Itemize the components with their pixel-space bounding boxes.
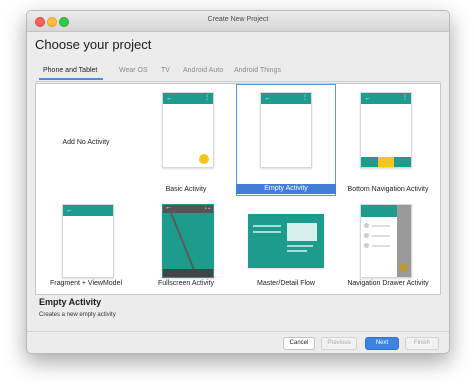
nav-bar	[163, 269, 213, 277]
menu-item-line	[372, 235, 390, 237]
menu-item-line	[372, 225, 390, 227]
detail-panel	[287, 223, 317, 241]
template-add-no-activity[interactable]: Add No Activity	[36, 84, 136, 192]
template-navigation-drawer-activity[interactable]: Navigation Drawer Activity	[336, 196, 440, 294]
template-empty-activity[interactable]: ← ⋮ Empty Activity	[236, 84, 336, 196]
tabs-divider	[35, 81, 441, 82]
detail-line	[287, 250, 307, 252]
fab-icon	[199, 154, 209, 164]
phone-preview: ← ⛶	[162, 204, 214, 278]
tab-android-things[interactable]: Android Things	[234, 67, 281, 74]
detail-line	[287, 245, 313, 247]
tab-wear-os[interactable]: Wear OS	[119, 67, 148, 74]
template-grid: Add No Activity ← ⋮ Basic Activity ← ⋮ E…	[35, 83, 441, 295]
tab-android-auto[interactable]: Android Auto	[183, 67, 223, 74]
template-label: Navigation Drawer Activity	[347, 280, 429, 287]
selected-nav-item	[378, 157, 394, 167]
app-bar: ← ⋮	[261, 93, 311, 104]
list-line	[253, 225, 281, 227]
template-label: Fullscreen Activity	[157, 280, 215, 287]
active-tab-indicator	[39, 78, 103, 80]
back-arrow-icon: ←	[364, 95, 371, 102]
menu-item-icon	[364, 243, 369, 248]
diagonal-line	[164, 205, 204, 277]
fab-icon	[399, 263, 408, 272]
template-bottom-navigation-activity[interactable]: ← ⋮ Bottom Navigation Activity	[336, 84, 440, 193]
back-arrow-icon: ←	[66, 207, 73, 214]
phone-preview: ← ⋮	[162, 92, 214, 168]
template-basic-activity[interactable]: ← ⋮ Basic Activity	[136, 84, 236, 193]
phone-preview	[360, 204, 412, 278]
template-master-detail-flow[interactable]: Master/Detail Flow	[236, 196, 336, 294]
template-fragment-viewmodel[interactable]: ← Fragment + ViewModel	[36, 196, 136, 294]
tablet-preview	[248, 214, 324, 268]
phone-preview: ← ⋮	[260, 92, 312, 168]
description-title: Empty Activity	[39, 297, 102, 307]
next-button[interactable]: Next	[365, 337, 399, 350]
bottom-navigation-bar	[361, 157, 411, 167]
app-bar: ← ⋮	[163, 93, 213, 104]
previous-button[interactable]: Previous	[321, 337, 357, 350]
template-label: Fragment + ViewModel	[49, 280, 123, 287]
tab-tv[interactable]: TV	[161, 67, 170, 74]
template-label: Bottom Navigation Activity	[347, 186, 429, 193]
app-bar: ← ⋮	[361, 93, 411, 104]
template-label: Empty Activity	[236, 184, 336, 194]
back-arrow-icon: ←	[166, 95, 173, 102]
template-label: Basic Activity	[165, 186, 207, 193]
drawer-header	[361, 205, 397, 217]
overflow-menu-icon: ⋮	[402, 95, 408, 101]
cancel-button[interactable]: Cancel	[283, 337, 315, 350]
menu-item-icon	[364, 233, 369, 238]
page-title: Choose your project	[35, 37, 152, 52]
menu-item-line	[372, 245, 390, 247]
footer-divider	[27, 331, 449, 332]
description-text: Creates a new empty activity	[39, 312, 116, 318]
tab-phone-and-tablet[interactable]: Phone and Tablet	[43, 67, 97, 74]
phone-preview: ←	[62, 204, 114, 278]
back-arrow-icon: ←	[264, 95, 271, 102]
template-label: Master/Detail Flow	[257, 280, 315, 287]
overflow-menu-icon: ⋮	[204, 95, 210, 101]
overflow-menu-icon: ⋮	[302, 95, 308, 101]
template-fullscreen-activity[interactable]: ← ⛶ Fullscreen Activity	[136, 196, 236, 294]
phone-preview: ← ⋮	[360, 92, 412, 168]
create-project-window: Create New Project Choose your project P…	[26, 10, 450, 354]
drawer-panel	[361, 205, 397, 277]
fullscreen-icon: ⛶	[205, 204, 210, 211]
back-arrow-icon: ←	[165, 204, 172, 211]
menu-item-icon	[364, 223, 369, 228]
list-line	[253, 231, 281, 233]
template-label: Add No Activity	[62, 139, 110, 146]
window-title: Create New Project	[207, 16, 269, 23]
app-bar: ←	[63, 205, 113, 216]
title-bar: Create New Project	[27, 11, 449, 32]
finish-button[interactable]: Finish	[405, 337, 439, 350]
